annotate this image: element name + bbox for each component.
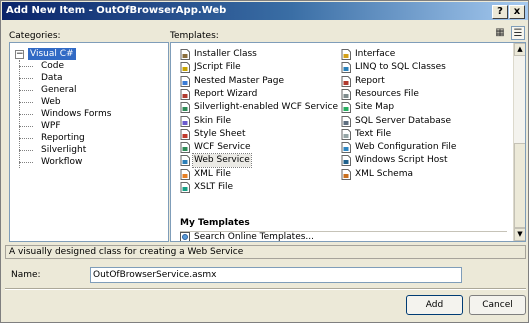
tree-node-label: Data: [41, 73, 63, 83]
tree-connector: [19, 138, 33, 139]
template-item-label: WCF Service: [194, 142, 251, 153]
web-service-icon: [180, 155, 191, 167]
tree-node-label: Code: [41, 61, 65, 71]
tree-node-label: WPF: [41, 121, 61, 131]
template-item-label: Report Wizard: [194, 88, 258, 99]
template-item-label: Search Online Templates...: [194, 232, 315, 242]
help-button[interactable]: ?: [492, 5, 508, 19]
template-item-label: Nested Master Page: [194, 75, 284, 86]
report-icon: [341, 75, 352, 87]
templates-vertical-scrollbar[interactable]: ▲ ▼: [513, 43, 525, 241]
template-item-label: Silverlight-enabled WCF Service: [194, 102, 339, 113]
jscript-icon: [180, 62, 191, 74]
tree-node-label: General: [41, 85, 77, 95]
categories-label: Categories:: [9, 31, 61, 41]
style-sheet-icon: [180, 128, 191, 140]
master-page-icon: [180, 75, 191, 87]
tree-node-label: Reporting: [41, 133, 85, 143]
collapse-icon[interactable]: −: [15, 50, 24, 59]
installer-icon: [180, 49, 191, 60]
tree-node-label: Workflow: [41, 157, 83, 167]
template-item-label: SQL Server Database: [355, 115, 451, 126]
template-item-label: XML Schema: [355, 168, 413, 179]
template-item-label: Resources File: [355, 88, 419, 99]
tree-connector: [19, 66, 33, 67]
scroll-thumb[interactable]: [514, 143, 525, 228]
template-item-label: Text File: [355, 128, 392, 139]
wcf-service-icon: [180, 102, 191, 114]
interface-icon: [341, 49, 352, 60]
tree-connector: [19, 90, 33, 91]
tree-node-label: Web: [41, 97, 61, 107]
resources-icon: [341, 88, 352, 100]
add-button[interactable]: Add: [406, 295, 463, 315]
wcf-service-icon: [180, 142, 191, 154]
close-button[interactable]: x: [509, 5, 525, 19]
tree-node-label: Silverlight: [41, 145, 87, 155]
templates-label: Templates:: [170, 31, 219, 41]
template-item-label: Report: [355, 75, 385, 86]
template-item-label: Style Sheet: [194, 128, 246, 139]
tree-connector: [19, 102, 33, 103]
xslt-file-icon: [180, 182, 191, 193]
large-icons-view-icon[interactable]: ▦: [493, 26, 507, 40]
template-item-label: Windows Script Host: [355, 155, 448, 166]
skin-file-icon: [180, 115, 191, 127]
tree-node-label[interactable]: Visual C#: [28, 48, 76, 60]
linq-icon: [341, 62, 352, 74]
text-file-icon: [341, 128, 352, 140]
window-title: Add New Item - OutOfBrowserApp.Web: [6, 5, 227, 16]
title-bar: Add New Item - OutOfBrowserApp.Web ? x: [2, 2, 528, 20]
tree-connector: [19, 126, 33, 127]
template-item-label: XSLT File: [194, 182, 234, 192]
template-item-label: Installer Class: [194, 49, 257, 59]
template-item-label: XML File: [194, 168, 231, 179]
scroll-down-arrow[interactable]: ▼: [514, 228, 525, 241]
add-new-item-dialog: Add New Item - OutOfBrowserApp.Web ? x C…: [0, 0, 529, 323]
template-description: A visually designed class for creating a…: [5, 245, 526, 259]
template-item-label: Web Service: [192, 153, 252, 169]
tree-connector: [19, 150, 33, 151]
name-label: Name:: [11, 270, 41, 280]
report-wizard-icon: [180, 88, 191, 100]
search-online-icon: [180, 232, 191, 241]
xml-file-icon: [180, 168, 191, 180]
button-divider: [5, 288, 526, 290]
template-item-label: LINQ to SQL Classes: [355, 62, 446, 73]
template-item-label: Site Map: [355, 102, 395, 113]
template-item-label: Skin File: [194, 115, 232, 126]
my-templates-heading: My Templates: [180, 218, 250, 228]
categories-tree[interactable]: − Visual C# Code Data General Web Windows Fo…: [9, 42, 169, 242]
scroll-up-arrow[interactable]: ▲: [514, 43, 525, 56]
template-item-label: JScript File: [194, 62, 241, 73]
name-input[interactable]: [90, 267, 462, 283]
cancel-button[interactable]: Cancel: [469, 295, 526, 315]
templates-list[interactable]: Installer Class JScript File Nested Master…: [170, 42, 526, 242]
small-icons-view-icon[interactable]: ☰: [511, 26, 525, 40]
template-item-label: Interface: [355, 49, 396, 59]
site-map-icon: [341, 102, 352, 114]
web-config-icon: [341, 142, 352, 154]
xml-schema-icon: [341, 168, 352, 180]
script-host-icon: [341, 155, 352, 167]
tree-connector: [19, 78, 33, 79]
tree-node-label: Windows Forms: [41, 109, 112, 119]
tree-connector: [19, 162, 33, 163]
template-item-label: Web Configuration File: [355, 142, 457, 153]
database-icon: [341, 115, 352, 127]
tree-connector: [19, 114, 33, 115]
